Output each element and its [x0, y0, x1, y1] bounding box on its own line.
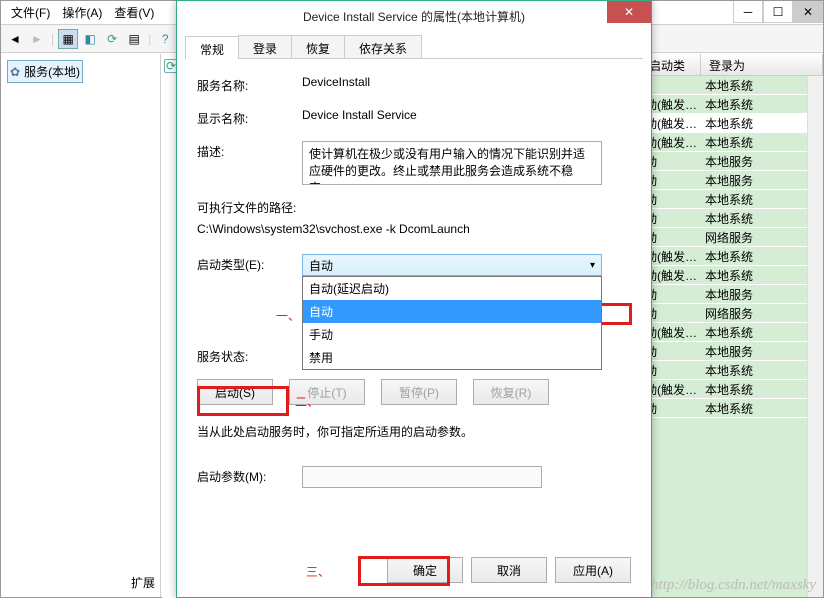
table-row[interactable]: 动本地服务 [641, 152, 807, 171]
dialog-button-row: 确定 取消 应用(A) [177, 557, 651, 583]
table-row[interactable]: 动本地系统 [641, 190, 807, 209]
close-button[interactable]: ✕ [793, 1, 823, 23]
gear-icon: ✿ [10, 65, 20, 79]
dialog-title: Device Install Service 的属性(本地计算机) [303, 8, 525, 25]
select-popup: 自动(延迟启动) 自动 手动 禁用 [302, 276, 602, 370]
option-auto[interactable]: 自动 [303, 300, 601, 323]
menu-action[interactable]: 操作(A) [56, 2, 108, 23]
table-row[interactable]: 动本地系统 [641, 399, 807, 418]
export-icon[interactable]: ▤ [124, 29, 144, 49]
table-row[interactable]: 动(触发…本地系统 [641, 95, 807, 114]
table-row[interactable]: 动本地服务 [641, 285, 807, 304]
value-exe-path: C:\Windows\system32\svchost.exe -k DcomL… [197, 222, 631, 236]
tab-general[interactable]: 常规 [185, 36, 239, 59]
properties-dialog: Device Install Service 的属性(本地计算机) ✕ 常规 登… [176, 0, 652, 598]
table-row[interactable]: 动本地服务 [641, 342, 807, 361]
tab-deps[interactable]: 依存关系 [344, 35, 422, 58]
tab-strip: 常规 登录 恢复 依存关系 [185, 35, 643, 59]
label-start-param: 启动参数(M): [197, 466, 302, 485]
view-icon[interactable]: ▦ [58, 29, 78, 49]
table-row[interactable]: 动网络服务 [641, 304, 807, 323]
tree-pane: ✿ 服务(本地) [1, 54, 161, 597]
table-row[interactable]: 动本地系统 [641, 209, 807, 228]
label-display-name: 显示名称: [197, 108, 302, 127]
table-row[interactable]: 动(触发…本地系统 [641, 114, 807, 133]
tab-recovery[interactable]: 恢复 [291, 35, 345, 58]
start-button[interactable]: 启动(S) [197, 379, 273, 405]
tab-logon[interactable]: 登录 [238, 35, 292, 58]
table-row[interactable]: 本地系统 [641, 76, 807, 95]
select-button[interactable]: 自动 ▾ [302, 254, 602, 276]
menu-view[interactable]: 查看(V) [108, 2, 160, 23]
col-logon[interactable]: 登录为 [701, 54, 823, 75]
table-row[interactable]: 动(触发…本地系统 [641, 133, 807, 152]
table-row[interactable]: 动本地服务 [641, 171, 807, 190]
startup-type-select[interactable]: 自动 ▾ 自动(延迟启动) 自动 手动 禁用 [302, 254, 602, 276]
value-display-name: Device Install Service [302, 108, 631, 122]
label-service-status: 服务状态: [197, 346, 302, 365]
table-row[interactable]: 动(触发…本地系统 [641, 266, 807, 285]
ok-button[interactable]: 确定 [387, 557, 463, 583]
props-icon[interactable]: ◧ [80, 29, 100, 49]
apply-button[interactable]: 应用(A) [555, 557, 631, 583]
description-textbox[interactable]: 使计算机在极少或没有用户输入的情况下能识别并适应硬件的更改。终止或禁用此服务会造… [302, 141, 602, 185]
option-disabled[interactable]: 禁用 [303, 346, 601, 369]
dialog-close-button[interactable]: ✕ [607, 1, 651, 23]
tree-item-services[interactable]: ✿ 服务(本地) [7, 60, 83, 83]
refresh-icon[interactable]: ⟳ [102, 29, 122, 49]
vertical-scrollbar[interactable] [807, 76, 823, 597]
label-service-name: 服务名称: [197, 75, 302, 94]
select-value: 自动 [309, 257, 333, 274]
maximize-button[interactable]: ☐ [763, 1, 793, 23]
tab-body: 服务名称: DeviceInstall 显示名称: Device Install… [177, 59, 651, 518]
dialog-titlebar[interactable]: Device Install Service 的属性(本地计算机) ✕ [177, 1, 651, 31]
label-exe-path: 可执行文件的路径: [197, 199, 631, 216]
watermark: http://blog.csdn.net/maxsky [651, 577, 816, 594]
option-auto-delayed[interactable]: 自动(延迟启动) [303, 277, 601, 300]
pause-button: 暂停(P) [381, 379, 457, 405]
start-param-hint: 当从此处启动服务时，你可指定所适用的启动参数。 [197, 423, 631, 440]
list-rows[interactable]: 本地系统动(触发…本地系统动(触发…本地系统动(触发…本地系统动本地服务动本地服… [641, 76, 807, 597]
table-row[interactable]: 动(触发…本地系统 [641, 247, 807, 266]
value-service-name: DeviceInstall [302, 75, 631, 89]
fwd-icon[interactable]: ► [27, 29, 47, 49]
annotation-label-1: 一、 [276, 307, 300, 324]
list-header: 启动类型 登录为 [641, 54, 823, 76]
label-description: 描述: [197, 141, 302, 160]
resume-button: 恢复(R) [473, 379, 549, 405]
minimize-button[interactable]: ─ [733, 1, 763, 23]
main-titlebar: ─ ☐ ✕ [733, 1, 823, 23]
back-icon[interactable]: ◄ [5, 29, 25, 49]
cancel-button[interactable]: 取消 [471, 557, 547, 583]
start-param-input[interactable] [302, 466, 542, 488]
annotation-label-3: 三、 [306, 563, 330, 580]
annotation-label-2: 二、 [295, 393, 319, 410]
table-row[interactable]: 动本地系统 [641, 361, 807, 380]
chevron-down-icon: ▾ [590, 260, 595, 271]
help-icon[interactable]: ? [155, 29, 175, 49]
menu-file[interactable]: 文件(F) [5, 2, 56, 23]
table-row[interactable]: 动网络服务 [641, 228, 807, 247]
option-manual[interactable]: 手动 [303, 323, 601, 346]
label-startup-type: 启动类型(E): [197, 254, 302, 273]
tree-item-label: 服务(本地) [24, 63, 80, 80]
table-row[interactable]: 动(触发…本地系统 [641, 323, 807, 342]
ext-tab[interactable]: 扩展 [131, 574, 155, 591]
table-row[interactable]: 动(触发…本地系统 [641, 380, 807, 399]
